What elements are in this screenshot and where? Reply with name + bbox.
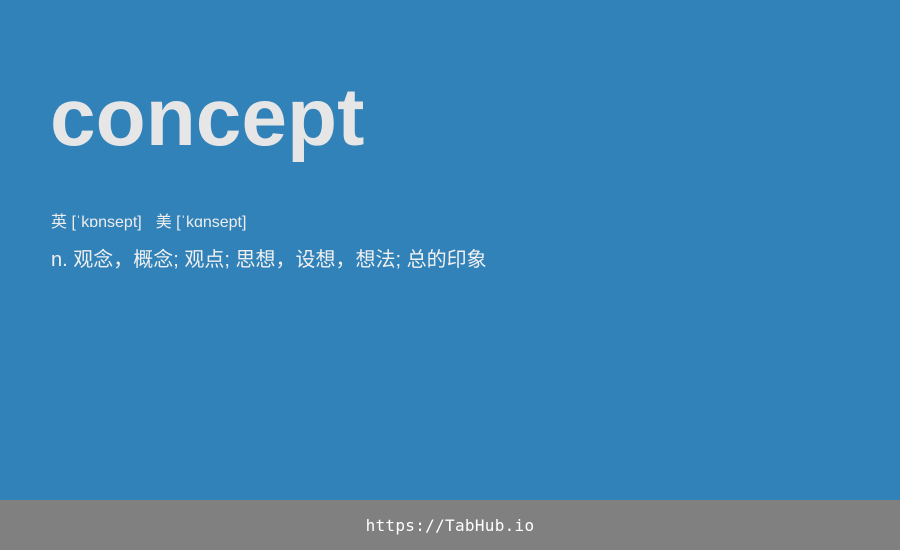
uk-pronunciation: 英 [ˈkɒnsept] [51,214,142,231]
headword: concept [50,72,365,163]
word-card: concept 英 [ˈkɒnsept] 美 [ˈkɑnsept] n. 观念，概… [0,0,900,500]
footer-bar: https://TabHub.io [0,500,900,550]
pronunciation-row: 英 [ˈkɒnsept] 美 [ˈkɑnsept] [51,212,246,234]
tabhub-link[interactable]: https://TabHub.io [366,516,535,535]
us-pronunciation: 美 [ˈkɑnsept] [155,214,247,231]
definition: n. 观念，概念; 观点; 思想，设想，想法; 总的印象 [51,249,487,271]
